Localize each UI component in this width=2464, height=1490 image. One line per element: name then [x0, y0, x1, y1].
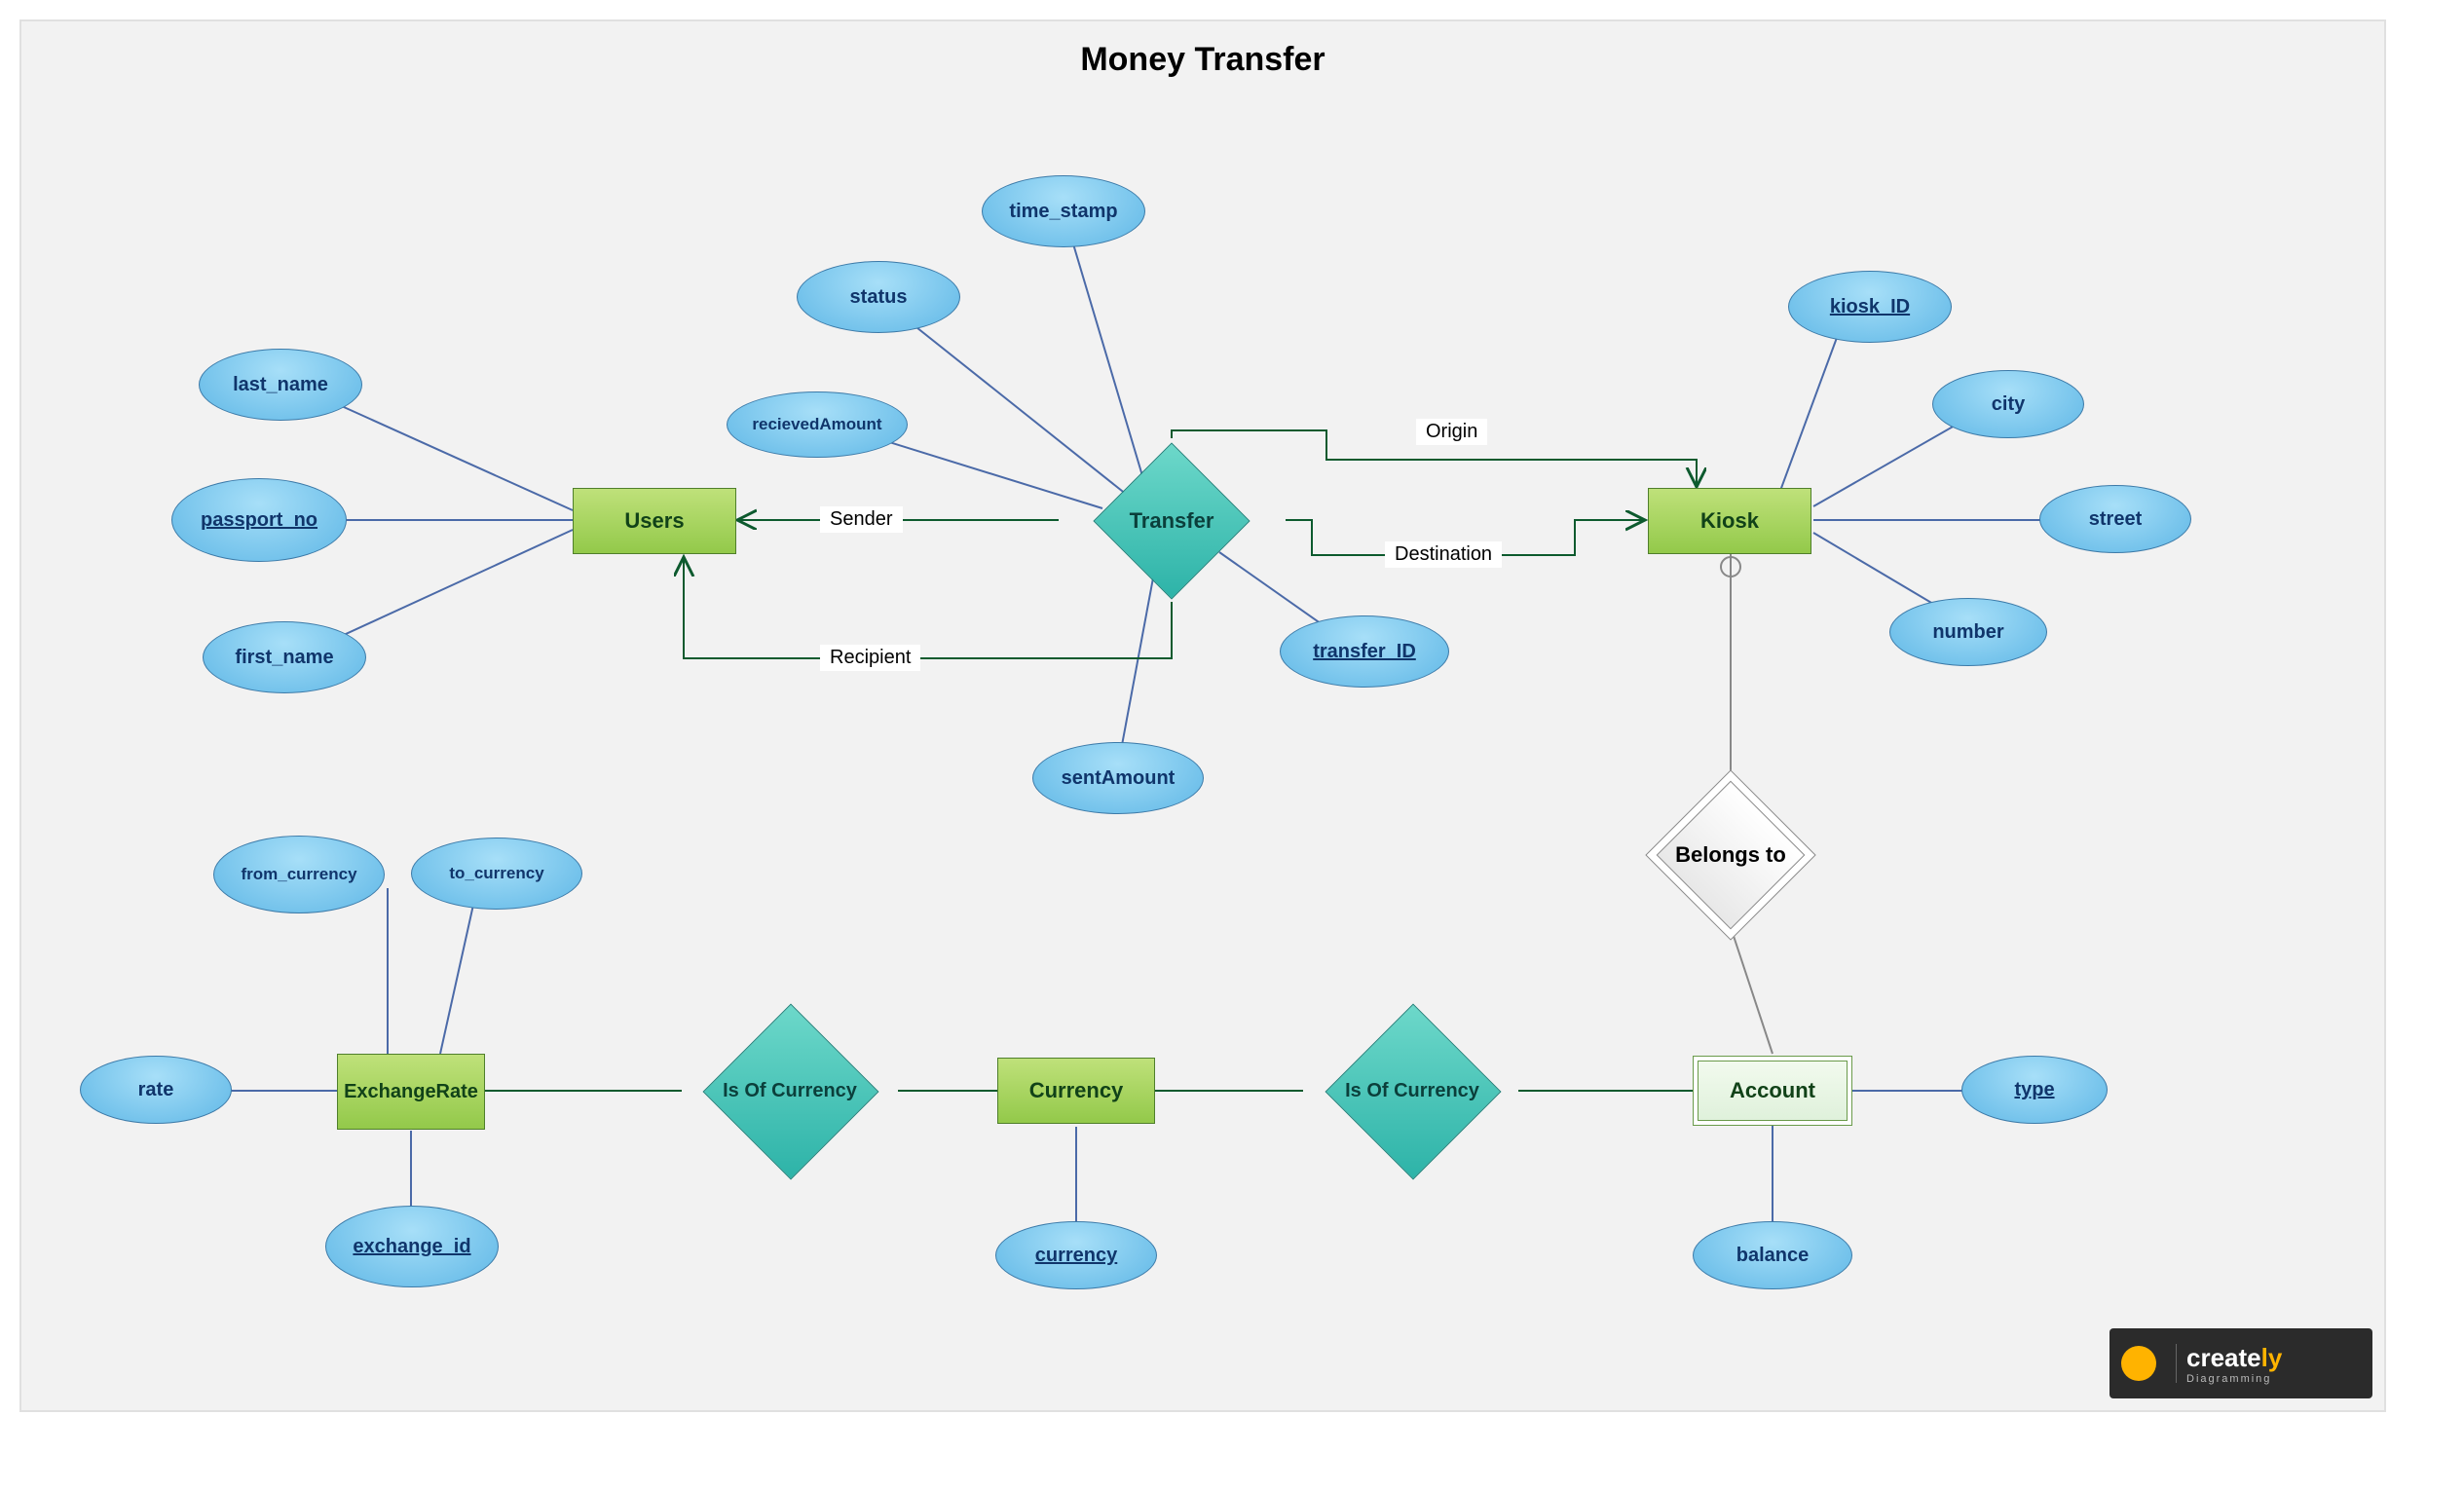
attr-status[interactable]: status [797, 261, 960, 333]
entity-currency-label: Currency [1029, 1078, 1124, 1103]
attr-street[interactable]: street [2039, 485, 2191, 553]
attr-sent-amount-label: sentAmount [1062, 766, 1176, 790]
edge-label-recipient: Recipient [820, 645, 920, 671]
attr-rate[interactable]: rate [80, 1056, 232, 1124]
entity-currency[interactable]: Currency [997, 1058, 1155, 1124]
connector-layer [21, 21, 2384, 1410]
relationship-ioc2-label: Is Of Currency [1261, 1002, 1563, 1179]
attr-time-stamp[interactable]: time_stamp [982, 175, 1145, 247]
lightbulb-icon [2121, 1346, 2156, 1381]
creately-watermark: creately Diagramming [2109, 1328, 2372, 1398]
watermark-brand-part1: create [2186, 1343, 2261, 1372]
attr-currency-label: currency [1035, 1244, 1118, 1267]
attr-sent-amount[interactable]: sentAmount [1032, 742, 1204, 814]
attr-kiosk-id[interactable]: kiosk_ID [1788, 271, 1952, 343]
attr-transfer-id-label: transfer_ID [1313, 640, 1416, 663]
attr-recieved-amount[interactable]: recievedAmount [727, 391, 908, 458]
watermark-brand-part2: ly [2261, 1343, 2283, 1372]
attr-exchange-id[interactable]: exchange_id [325, 1206, 499, 1287]
relationship-transfer-label: Transfer [1093, 442, 1251, 600]
attr-type-label: type [2014, 1078, 2054, 1101]
entity-kiosk-label: Kiosk [1700, 508, 1759, 534]
attr-from-currency-label: from_currency [241, 865, 356, 884]
attr-transfer-id[interactable]: transfer_ID [1280, 615, 1449, 688]
attr-rate-label: rate [138, 1078, 174, 1101]
entity-users-label: Users [624, 508, 684, 534]
attr-from-currency[interactable]: from_currency [213, 836, 385, 913]
relationship-transfer[interactable]: Transfer [1093, 442, 1251, 600]
attr-to-currency-label: to_currency [449, 864, 543, 883]
attr-currency[interactable]: currency [995, 1221, 1157, 1289]
entity-users[interactable]: Users [573, 488, 736, 554]
watermark-separator [2176, 1344, 2177, 1383]
attr-last-name[interactable]: last_name [199, 349, 362, 421]
attr-first-name-label: first_name [235, 646, 333, 669]
attr-number-label: number [1932, 620, 2003, 644]
relationship-ioc1-label: Is Of Currency [639, 1002, 941, 1179]
diagram-title: Money Transfer [21, 41, 2384, 79]
entity-exchange-rate-label: ExchangeRate [344, 1081, 478, 1103]
attr-first-name[interactable]: first_name [203, 621, 366, 693]
attr-type[interactable]: type [1961, 1056, 2108, 1124]
entity-kiosk[interactable]: Kiosk [1648, 488, 1811, 554]
attr-time-stamp-label: time_stamp [1009, 200, 1117, 223]
watermark-tagline: Diagramming [2186, 1373, 2282, 1385]
attr-recieved-amount-label: recievedAmount [752, 415, 881, 434]
attr-city[interactable]: city [1932, 370, 2084, 438]
attr-status-label: status [850, 285, 908, 309]
attr-passport-no-label: passport_no [201, 508, 317, 532]
edge-label-origin: Origin [1416, 419, 1487, 445]
relationship-belongs-to-label: Belongs to [1639, 764, 1822, 947]
attr-to-currency[interactable]: to_currency [411, 838, 582, 910]
entity-exchange-rate[interactable]: ExchangeRate [337, 1054, 485, 1130]
entity-account-inner: Account [1698, 1061, 1848, 1121]
attr-number[interactable]: number [1889, 598, 2047, 666]
attr-last-name-label: last_name [233, 373, 328, 396]
attr-city-label: city [1992, 392, 2025, 416]
attr-kiosk-id-label: kiosk_ID [1830, 295, 1910, 318]
attr-balance[interactable]: balance [1693, 1221, 1852, 1289]
edge-label-sender: Sender [820, 506, 903, 533]
diagram-frame: Money Transfer [19, 19, 2386, 1412]
watermark-brand: creately [2186, 1343, 2282, 1373]
relationship-belongs-to[interactable]: Belongs to [1639, 764, 1822, 947]
entity-account[interactable]: Account [1693, 1056, 1852, 1126]
relationship-is-of-currency-2[interactable]: Is Of Currency [1261, 1002, 1563, 1179]
edge-label-destination: Destination [1385, 541, 1502, 568]
attr-balance-label: balance [1736, 1244, 1809, 1267]
relationship-is-of-currency-1[interactable]: Is Of Currency [639, 1002, 941, 1179]
entity-account-label: Account [1730, 1078, 1815, 1103]
attr-exchange-id-label: exchange_id [353, 1235, 470, 1258]
attr-passport-no[interactable]: passport_no [171, 478, 347, 562]
attr-street-label: street [2089, 507, 2142, 531]
